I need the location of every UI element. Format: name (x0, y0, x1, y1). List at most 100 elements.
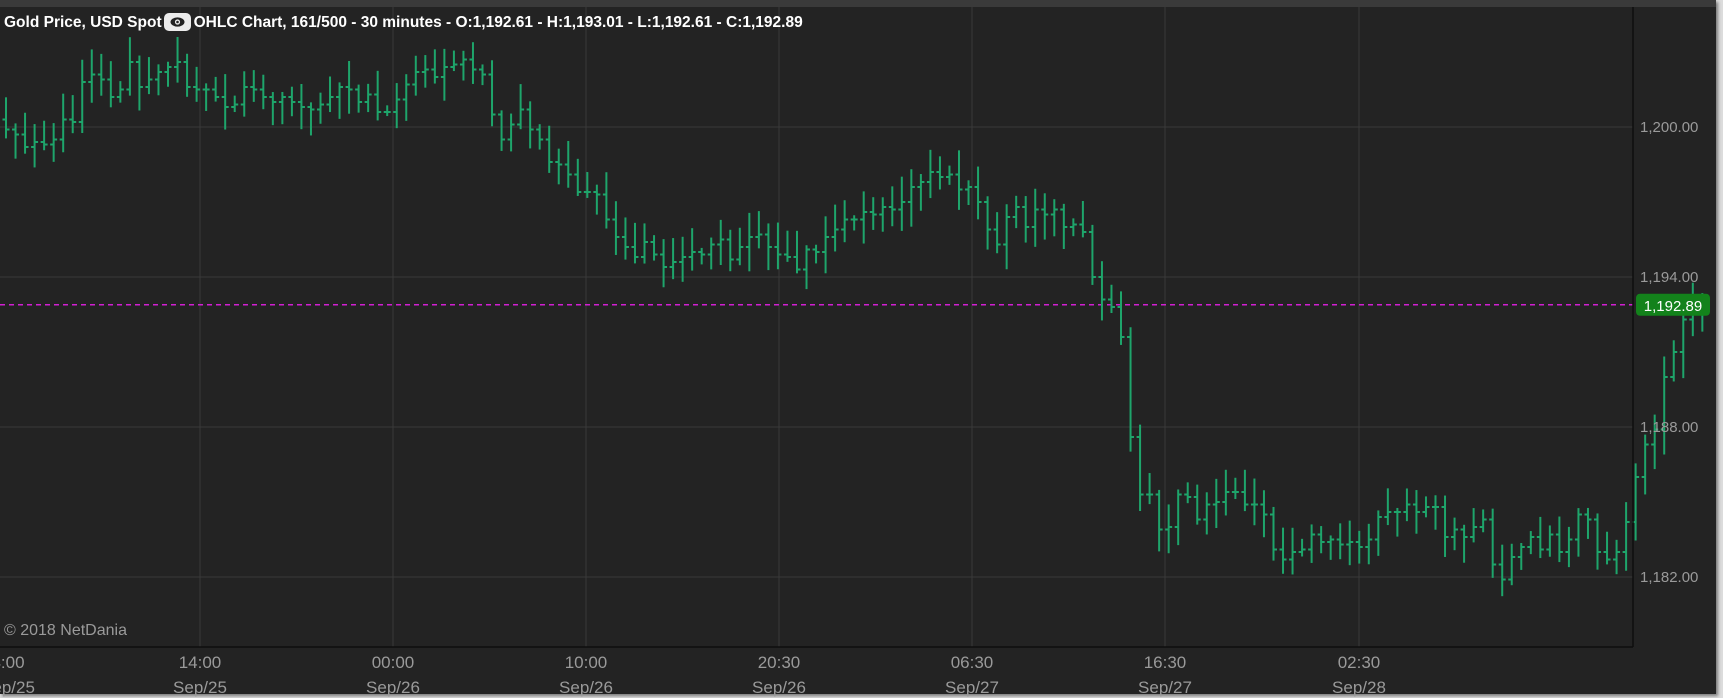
ohlc-bar (1365, 523, 1373, 565)
ohlc-bar (78, 59, 86, 133)
ohlc-bar (1384, 488, 1392, 526)
ohlc-bar (1327, 535, 1335, 560)
ohlc-bar (1412, 490, 1420, 534)
ohlc-bar (479, 64, 486, 86)
ohlc-bar (21, 112, 29, 154)
ohlc-bar (1603, 531, 1611, 565)
x-tick-date: Sep/27 (945, 678, 999, 697)
ohlc-bar (1069, 218, 1077, 237)
ohlc-bar (345, 61, 353, 114)
ohlc-bar (602, 172, 610, 229)
ohlc-bar (1031, 188, 1039, 247)
ohlc-bar (164, 61, 172, 87)
ohlc-bar (307, 102, 315, 136)
ohlc-bar (1660, 356, 1668, 455)
x-tick-date: Sep/26 (559, 678, 613, 697)
x-tick-date: Sep/25 (173, 678, 227, 697)
ohlc-bar (783, 230, 791, 262)
ohlc-bar (1393, 507, 1401, 537)
ohlc-bar (1231, 477, 1239, 500)
x-tick-date: Sep/26 (752, 678, 806, 697)
ohlc-bar (326, 76, 334, 113)
ohlc-bar (1174, 489, 1182, 546)
ohlc-bar (193, 66, 201, 102)
ohlc-bar (336, 82, 344, 119)
ohlc-bar (507, 113, 515, 152)
ohlc-bar (231, 95, 239, 113)
ohlc-bar (745, 212, 753, 272)
ohlc-bar (679, 236, 687, 282)
x-tick-date: Sep/27 (1138, 678, 1192, 697)
ohlc-bar (1022, 196, 1030, 243)
ohlc-bar (402, 74, 410, 121)
ohlc-bar (1107, 284, 1115, 314)
ohlc-bar (316, 92, 324, 124)
x-tick-date: Sep/25 (0, 678, 35, 697)
y-tick-label: 1,200.00 (1640, 119, 1698, 136)
ohlc-bar (1641, 434, 1649, 495)
eye-icon[interactable] (163, 12, 191, 31)
ohlc-bar (841, 200, 849, 243)
ohlc-bar (1146, 473, 1154, 505)
ohlc-bar (1508, 543, 1516, 586)
price-tag-label: 1,192.89 (1644, 298, 1702, 315)
ohlc-bar (1203, 492, 1211, 535)
ohlc-bar (1489, 508, 1497, 578)
ohlc-bar (850, 215, 858, 231)
ohlc-bar (421, 55, 429, 88)
ohlc-bar (278, 91, 286, 125)
ohlc-bar (955, 150, 963, 210)
ohlc-bar (869, 197, 877, 230)
x-tick-date: Sep/28 (1332, 678, 1386, 697)
ohlc-bar (669, 238, 677, 280)
ohlc-bar (698, 247, 706, 265)
ohlc-bar (1317, 526, 1325, 554)
ohlc-bar (517, 84, 525, 130)
ohlc-bar (1308, 524, 1316, 563)
ohlc-bar (755, 211, 763, 249)
ohlc-bar (88, 49, 96, 103)
ohlc-bar (259, 74, 267, 110)
ohlc-bar (574, 158, 582, 196)
ohlc-bar (431, 49, 439, 84)
ohlc-bar (917, 174, 925, 211)
ohlc-bar (1060, 203, 1068, 249)
ohlc-bar (1165, 504, 1173, 554)
ohlc-chart: 1,200.00 1,194.00 1,188.00 1,182.00 4:00 Sep/… (0, 7, 1710, 697)
ohlc-bar (1546, 525, 1554, 557)
ohlc-bar (936, 156, 944, 190)
ohlc-bar (1555, 516, 1563, 563)
axes: 1,200.00 1,194.00 1,188.00 1,182.00 4:00 Sep/… (0, 7, 1710, 697)
ohlc-bar (545, 125, 553, 173)
ohlc-bar (440, 48, 448, 101)
ohlc-bar (59, 93, 67, 153)
ohlc-bar (450, 50, 458, 72)
ohlc-bar (1470, 508, 1478, 543)
ohlc-bar (40, 120, 48, 151)
ohlc-bar (1346, 520, 1354, 566)
ohlc-bar (202, 83, 210, 111)
ohlc-bar (641, 223, 649, 264)
ohlc-bar (2, 97, 10, 139)
ohlc-bar (1403, 488, 1411, 522)
ohlc-bar (1079, 201, 1087, 238)
ohlc-bar (1479, 509, 1487, 533)
ohlc-bar (1222, 469, 1230, 516)
ohlc-bar (250, 70, 258, 102)
ohlc-bar (1193, 484, 1201, 525)
ohlc-bar (1594, 513, 1602, 570)
ohlc-bar (469, 42, 477, 84)
ohlc-bar (364, 83, 372, 113)
copyright-text: © 2018 NetDania (4, 622, 127, 639)
ohlc-bar (145, 57, 153, 95)
ohlc-bar (1517, 543, 1525, 570)
ohlc-bar (612, 201, 620, 255)
ohlc-bar (1098, 261, 1106, 321)
ohlc-bar (1441, 495, 1449, 557)
y-tick-label: 1,182.00 (1640, 569, 1698, 586)
ohlc-bar (1527, 531, 1535, 555)
ohlc-bar (812, 244, 820, 264)
ohlc-bar (650, 235, 658, 261)
ohlc-bar (1298, 538, 1306, 557)
y-tick-label: 1,188.00 (1640, 419, 1698, 436)
